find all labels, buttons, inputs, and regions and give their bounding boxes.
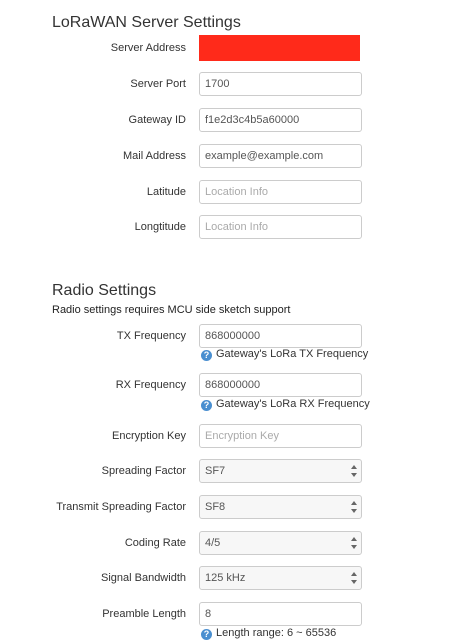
preamble-length-input[interactable]: 8 <box>199 602 362 626</box>
mail-address-label: Mail Address <box>123 150 186 162</box>
preamble-length-label: Preamble Length <box>102 608 186 620</box>
gateway-id-label: Gateway ID <box>128 114 186 126</box>
transmit-spreading-factor-select[interactable]: SF8 <box>199 495 362 519</box>
server-address-row: Server Address <box>0 35 474 61</box>
preamble-length-hint-text: Length range: 6 ~ 65536 <box>216 627 337 639</box>
signal-bandwidth-value: 125 kHz <box>205 572 246 584</box>
server-port-label: Server Port <box>130 78 186 90</box>
encryption-key-input[interactable]: Encryption Key <box>199 424 362 448</box>
tx-frequency-input[interactable]: 868000000 <box>199 324 362 348</box>
encryption-key-label: Encryption Key <box>112 430 186 442</box>
preamble-length-row: Preamble Length 8 <box>0 602 474 626</box>
longitude-input[interactable]: Location Info <box>199 215 362 239</box>
help-icon: ? <box>201 400 212 411</box>
transmit-spreading-factor-value: SF8 <box>205 501 226 513</box>
preamble-length-hint: ? Length range: 6 ~ 65536 <box>201 626 336 640</box>
select-arrows-icon <box>351 537 357 549</box>
gateway-id-row: Gateway ID f1e2d3c4b5a60000 <box>0 108 474 132</box>
server-port-row: Server Port 1700 <box>0 72 474 96</box>
tx-frequency-hint-text: Gateway's LoRa TX Frequency <box>216 348 369 360</box>
spreading-factor-row: Spreading Factor SF7 <box>0 459 474 483</box>
rx-frequency-hint-text: Gateway's LoRa RX Frequency <box>216 398 370 410</box>
tx-frequency-hint: ? Gateway's LoRa TX Frequency <box>201 347 368 361</box>
coding-rate-select[interactable]: 4/5 <box>199 531 362 555</box>
transmit-spreading-factor-label: Transmit Spreading Factor <box>56 501 186 513</box>
spreading-factor-select[interactable]: SF7 <box>199 459 362 483</box>
coding-rate-row: Coding Rate 4/5 <box>0 531 474 555</box>
server-port-input[interactable]: 1700 <box>199 72 362 96</box>
coding-rate-value: 4/5 <box>205 537 221 549</box>
select-arrows-icon <box>351 572 357 584</box>
latitude-row: Latitude Location Info <box>0 180 474 204</box>
mail-address-input[interactable]: example@example.com <box>199 144 362 168</box>
transmit-spreading-factor-row: Transmit Spreading Factor SF8 <box>0 495 474 519</box>
mail-address-row: Mail Address example@example.com <box>0 144 474 168</box>
longitude-label: Longtitude <box>134 221 186 233</box>
help-icon: ? <box>201 350 212 361</box>
select-arrows-icon <box>351 501 357 513</box>
latitude-input[interactable]: Location Info <box>199 180 362 204</box>
tx-frequency-label: TX Frequency <box>116 330 186 342</box>
help-icon: ? <box>201 629 212 640</box>
radio-section-description: Radio settings requires MCU side sketch … <box>52 304 291 316</box>
server-address-input[interactable] <box>199 35 360 61</box>
spreading-factor-value: SF7 <box>205 465 226 477</box>
spreading-factor-label: Spreading Factor <box>101 465 186 477</box>
coding-rate-label: Coding Rate <box>124 537 186 549</box>
latitude-label: Latitude <box>146 186 186 198</box>
rx-frequency-hint: ? Gateway's LoRa RX Frequency <box>201 397 370 411</box>
signal-bandwidth-select[interactable]: 125 kHz <box>199 566 362 590</box>
tx-frequency-row: TX Frequency 868000000 <box>0 324 474 348</box>
signal-bandwidth-label: Signal Bandwidth <box>100 572 186 584</box>
gateway-id-input[interactable]: f1e2d3c4b5a60000 <box>199 108 362 132</box>
lorawan-section-title: LoRaWAN Server Settings <box>52 14 241 31</box>
rx-frequency-label: RX Frequency <box>115 379 186 391</box>
rx-frequency-input[interactable]: 868000000 <box>199 373 362 397</box>
signal-bandwidth-row: Signal Bandwidth 125 kHz <box>0 566 474 590</box>
encryption-key-row: Encryption Key Encryption Key <box>0 424 474 448</box>
select-arrows-icon <box>351 465 357 477</box>
rx-frequency-row: RX Frequency 868000000 <box>0 373 474 397</box>
server-address-label: Server Address <box>110 42 186 54</box>
longitude-row: Longtitude Location Info <box>0 215 474 239</box>
radio-section-title: Radio Settings <box>52 282 157 299</box>
